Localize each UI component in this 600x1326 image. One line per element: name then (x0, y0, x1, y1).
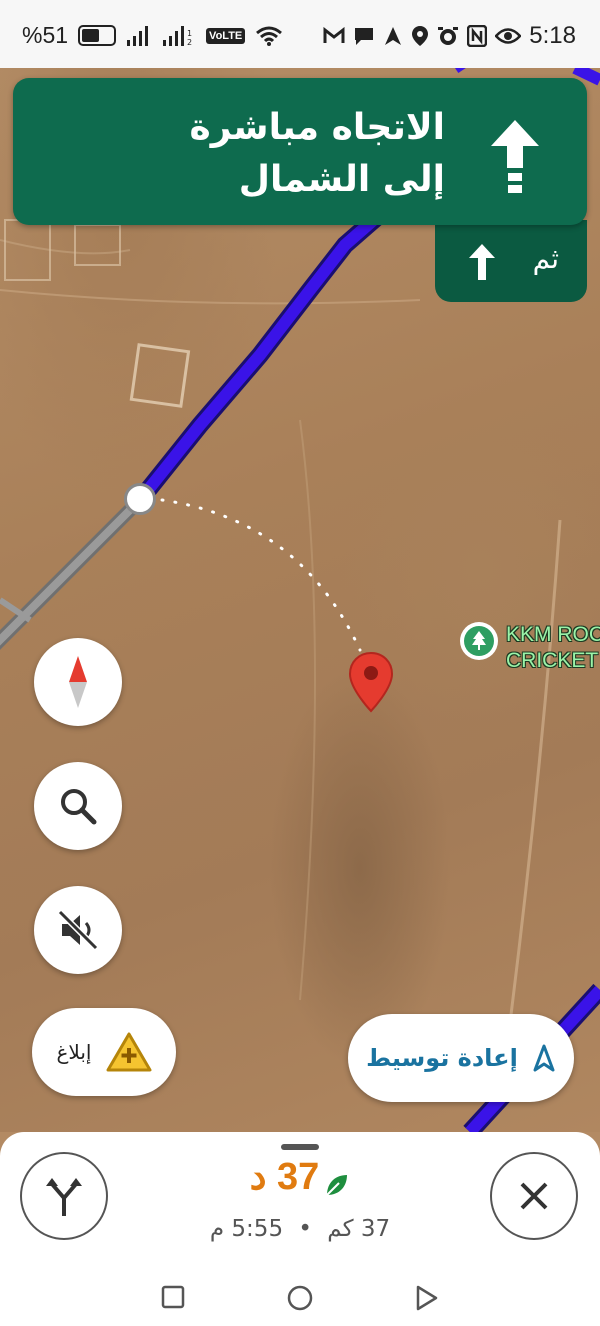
search-icon (61, 789, 97, 825)
sheet-handle[interactable] (281, 1144, 319, 1150)
status-right: 5:18 (323, 22, 576, 50)
close-icon (520, 1182, 548, 1210)
straight-arrow-icon (491, 120, 539, 193)
mute-button[interactable] (34, 886, 122, 974)
eye-icon (495, 28, 522, 44)
signal-icon-2: 12 (163, 25, 192, 46)
nfc-icon (467, 25, 488, 47)
battery-icon (78, 25, 117, 46)
navigation-icon (385, 27, 402, 45)
recenter-label: إعادة توسيط (366, 1044, 518, 1072)
recents-icon[interactable] (160, 1284, 186, 1310)
place-name-line1: KKM ROC (506, 623, 600, 646)
volume-off-icon (57, 909, 99, 951)
nav-instruction-line1: الاتجاه مباشرة (189, 107, 445, 148)
eco-leaf-icon (326, 1174, 348, 1196)
chat-icon (355, 28, 374, 45)
place-name: KKM ROC CRICKET (506, 622, 600, 674)
then-step-box[interactable]: ثم (435, 220, 587, 302)
status-bar: %51 12 VoLTE 5:18 (0, 0, 600, 68)
destination-pin-icon[interactable] (348, 651, 394, 713)
nav-instruction: الاتجاه مباشرة إلى الشمال (190, 102, 445, 206)
arrival-time: 5:55 م (209, 1216, 284, 1242)
compass-icon (69, 656, 87, 708)
navigation-banner[interactable]: الاتجاه مباشرة إلى الشمال (13, 78, 587, 225)
svg-text:1: 1 (187, 29, 192, 38)
place-label[interactable]: KKM ROC CRICKET (460, 622, 600, 674)
trip-distance: 37 كم (327, 1216, 391, 1242)
system-nav-bar (0, 1280, 600, 1326)
compass-button[interactable] (34, 638, 122, 726)
gmail-icon (323, 27, 345, 43)
location-icon (412, 26, 429, 46)
status-left: %51 12 VoLTE (22, 22, 283, 49)
place-name-line2: CRICKET (506, 649, 599, 672)
park-pin-icon (460, 622, 498, 660)
search-button[interactable] (34, 762, 122, 850)
route-start-node (124, 483, 156, 515)
nav-instruction-line2: إلى الشمال (238, 159, 445, 200)
signal-icon (127, 25, 149, 46)
then-label: ثم (532, 242, 559, 275)
then-straight-arrow-icon (469, 244, 495, 280)
clock: 5:18 (529, 22, 576, 49)
report-button[interactable]: إبلاغ (32, 1008, 176, 1096)
back-icon[interactable] (414, 1284, 440, 1312)
report-label: إبلاغ (56, 1040, 92, 1064)
recenter-navigation-icon (533, 1044, 555, 1072)
separator: • (298, 1216, 312, 1242)
volte-icon: VoLTE (206, 27, 246, 44)
wifi-icon (256, 26, 283, 46)
alarm-icon (438, 27, 459, 45)
recenter-button[interactable]: إعادة توسيط (348, 1014, 574, 1102)
report-incident-icon (106, 1032, 151, 1072)
exit-navigation-button[interactable] (490, 1152, 578, 1240)
svg-text:2: 2 (187, 38, 192, 46)
trip-summary-sheet[interactable]: 37 د 37 كم • 5:55 م (0, 1132, 600, 1326)
battery-percent: %51 (22, 22, 69, 48)
eta-duration: 37 د (249, 1156, 320, 1198)
home-icon[interactable] (286, 1284, 314, 1312)
